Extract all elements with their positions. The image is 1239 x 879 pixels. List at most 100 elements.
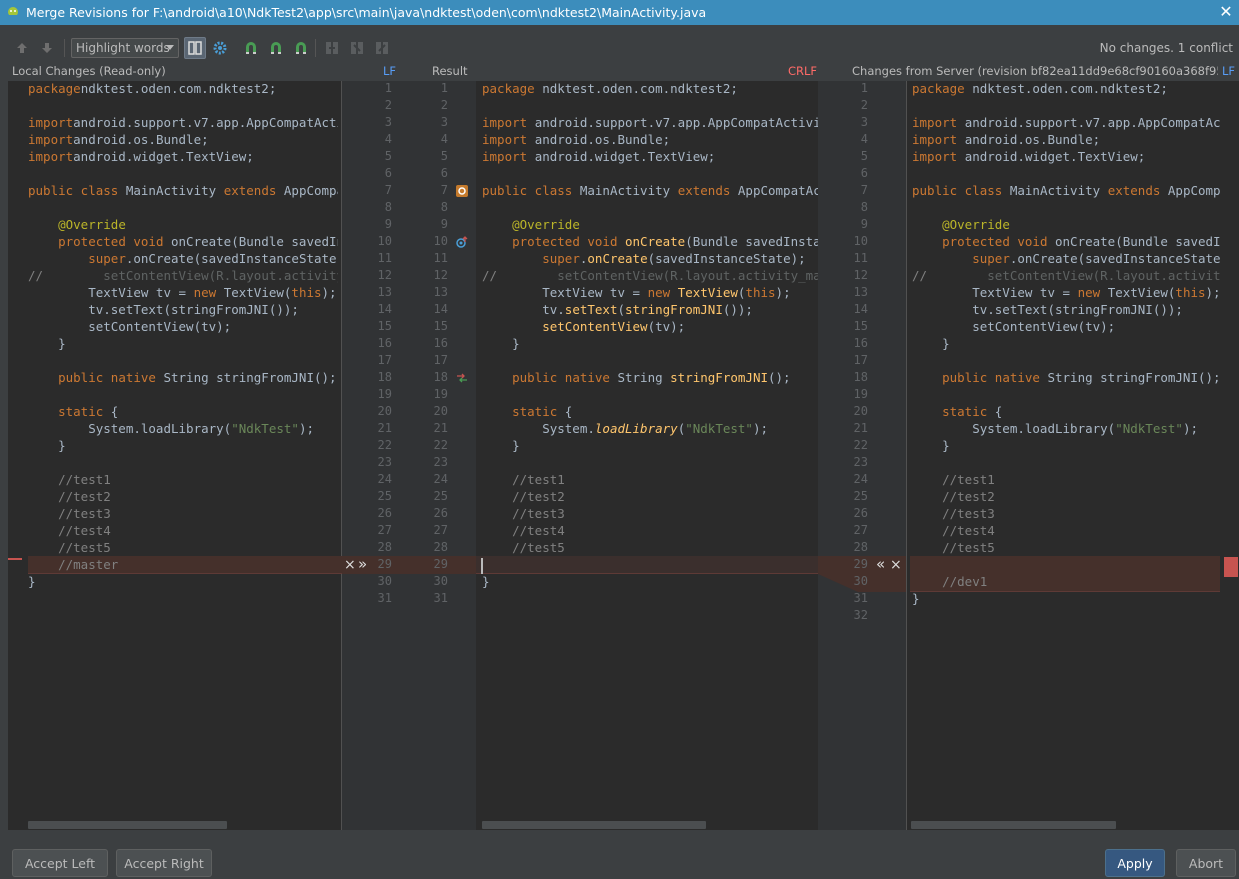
code-line[interactable]: //test4 xyxy=(482,522,818,539)
settings-button[interactable] xyxy=(211,39,229,57)
code-line[interactable]: //test2 xyxy=(912,488,1220,505)
code-line[interactable]: } xyxy=(912,590,1220,607)
code-line[interactable]: //dev1 xyxy=(912,573,1220,590)
override-icon[interactable] xyxy=(455,235,469,249)
code-line[interactable]: super.onCreate(savedInstanceState); xyxy=(482,250,818,267)
code-line[interactable]: super.onCreate(savedInstanceState); xyxy=(28,250,338,267)
code-line[interactable] xyxy=(482,199,818,216)
left-line-separator[interactable]: LF xyxy=(383,64,396,80)
accept-right-button[interactable]: Accept Right xyxy=(116,849,212,877)
code-line[interactable]: } xyxy=(28,573,338,590)
code-line[interactable] xyxy=(912,97,1220,114)
code-line[interactable]: importandroid.os.Bundle; xyxy=(28,131,338,148)
code-line[interactable]: importandroid.widget.TextView; xyxy=(28,148,338,165)
code-line[interactable]: System.loadLibrary("NdkTest"); xyxy=(912,420,1220,437)
code-line[interactable]: tv.setText(stringFromJNI()); xyxy=(28,301,338,318)
code-line[interactable] xyxy=(912,199,1220,216)
code-line[interactable]: //test1 xyxy=(28,471,338,488)
code-line[interactable] xyxy=(482,352,818,369)
ignore-whitespace-toggle[interactable] xyxy=(184,37,206,59)
code-line[interactable]: //test1 xyxy=(482,471,818,488)
native-method-icon[interactable] xyxy=(455,371,469,385)
apply-non-conflicting-all-button[interactable] xyxy=(267,39,285,57)
code-line[interactable]: // setContentView(R.layout.activity_main… xyxy=(28,267,338,284)
close-window-button[interactable]: ✕ xyxy=(1217,2,1235,22)
code-line[interactable]: TextView tv = new TextView(this); xyxy=(912,284,1220,301)
code-line[interactable]: } xyxy=(28,335,338,352)
code-line[interactable]: //test4 xyxy=(912,522,1220,539)
code-line[interactable]: static { xyxy=(28,403,338,420)
code-line[interactable] xyxy=(28,454,338,471)
code-line[interactable] xyxy=(28,590,338,607)
right-horizontal-scrollbar[interactable] xyxy=(911,821,1116,829)
apply-non-conflicting-right-button[interactable] xyxy=(292,39,310,57)
code-line[interactable]: //test5 xyxy=(28,539,338,556)
code-line[interactable]: System.loadLibrary("NdkTest"); xyxy=(482,420,818,437)
previous-difference-button[interactable] xyxy=(13,39,31,57)
code-line[interactable]: public native String stringFromJNI(); xyxy=(28,369,338,386)
code-line[interactable]: import android.support.v7.app.AppCompatA… xyxy=(482,114,818,131)
code-line[interactable]: packagendktest.oden.com.ndktest2; xyxy=(28,80,338,97)
code-line[interactable] xyxy=(28,199,338,216)
code-line[interactable] xyxy=(482,454,818,471)
code-line[interactable]: public native String stringFromJNI(); xyxy=(482,369,818,386)
compare-left-right-button[interactable] xyxy=(373,39,391,57)
code-line[interactable]: } xyxy=(482,335,818,352)
code-line[interactable]: //test4 xyxy=(28,522,338,539)
code-line[interactable]: import android.os.Bundle; xyxy=(912,131,1220,148)
code-line[interactable]: setContentView(tv); xyxy=(912,318,1220,335)
apply-button[interactable]: Apply xyxy=(1105,849,1165,877)
code-line[interactable]: //test2 xyxy=(482,488,818,505)
code-line[interactable]: setContentView(tv); xyxy=(482,318,818,335)
code-line[interactable]: //test5 xyxy=(912,539,1220,556)
code-line[interactable] xyxy=(912,165,1220,182)
code-line[interactable]: static { xyxy=(912,403,1220,420)
code-line[interactable]: import android.os.Bundle; xyxy=(482,131,818,148)
code-line[interactable] xyxy=(28,386,338,403)
code-line[interactable]: import android.widget.TextView; xyxy=(912,148,1220,165)
code-line[interactable]: public class MainActivity extends AppCom… xyxy=(28,182,338,199)
code-line[interactable]: super.onCreate(savedInstanceState); xyxy=(912,250,1220,267)
code-line[interactable]: package ndktest.oden.com.ndktest2; xyxy=(482,80,818,97)
code-line[interactable]: } xyxy=(912,437,1220,454)
result-horizontal-scrollbar[interactable] xyxy=(482,821,706,829)
right-code[interactable]: package ndktest.oden.com.ndktest2; import… xyxy=(912,80,1220,624)
code-line[interactable]: static { xyxy=(482,403,818,420)
code-line[interactable] xyxy=(912,454,1220,471)
code-line[interactable]: TextView tv = new TextView(this); xyxy=(482,284,818,301)
code-line[interactable]: public native String stringFromJNI(); xyxy=(912,369,1220,386)
code-line[interactable]: //test3 xyxy=(28,505,338,522)
code-line[interactable] xyxy=(912,352,1220,369)
compare-middle-right-button[interactable] xyxy=(348,39,366,57)
code-line[interactable]: @Override xyxy=(912,216,1220,233)
code-line[interactable]: public class MainActivity extends AppCom… xyxy=(912,182,1220,199)
code-line[interactable]: // setContentView(R.layout.activity_main… xyxy=(912,267,1220,284)
code-line[interactable]: tv.setText(stringFromJNI()); xyxy=(912,301,1220,318)
code-line[interactable] xyxy=(28,352,338,369)
highlight-mode-dropdown[interactable]: Highlight words xyxy=(71,38,179,58)
code-line[interactable]: importandroid.support.v7.app.AppCompatAc… xyxy=(28,114,338,131)
code-line[interactable]: protected void onCreate(Bundle savedInst… xyxy=(912,233,1220,250)
code-line[interactable]: @Override xyxy=(482,216,818,233)
code-line[interactable]: import android.widget.TextView; xyxy=(482,148,818,165)
code-line[interactable]: TextView tv = new TextView(this); xyxy=(28,284,338,301)
code-line[interactable]: } xyxy=(28,437,338,454)
code-line[interactable]: } xyxy=(482,437,818,454)
code-line[interactable] xyxy=(912,607,1220,624)
code-line[interactable] xyxy=(482,556,818,573)
code-line[interactable] xyxy=(482,165,818,182)
next-difference-button[interactable] xyxy=(38,39,56,57)
apply-left-change-button[interactable]: » xyxy=(358,556,367,573)
code-line[interactable] xyxy=(482,97,818,114)
code-line[interactable]: public class MainActivity extends AppCom… xyxy=(482,182,818,199)
result-line-separator[interactable]: CRLF xyxy=(788,64,817,80)
right-line-separator[interactable]: LF xyxy=(1222,64,1235,80)
code-line[interactable] xyxy=(912,556,1220,573)
code-line[interactable]: protected void onCreate(Bundle savedInst… xyxy=(28,233,338,250)
code-line[interactable]: // setContentView(R.layout.activity_main… xyxy=(482,267,818,284)
code-line[interactable] xyxy=(482,590,818,607)
code-line[interactable]: System.loadLibrary("NdkTest"); xyxy=(28,420,338,437)
reject-left-change-button[interactable]: × xyxy=(344,557,356,574)
code-line[interactable]: tv.setText(stringFromJNI()); xyxy=(482,301,818,318)
left-horizontal-scrollbar[interactable] xyxy=(28,821,227,829)
